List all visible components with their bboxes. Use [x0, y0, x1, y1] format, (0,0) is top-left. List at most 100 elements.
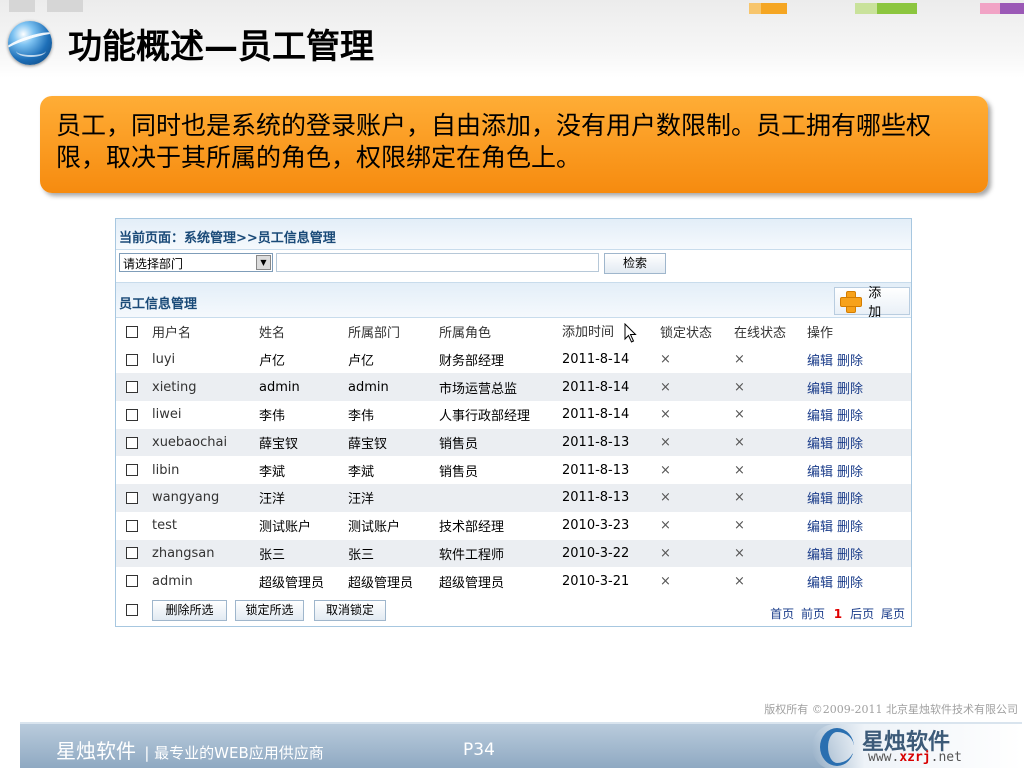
dropdown-arrow-icon[interactable]: ▼ — [256, 255, 271, 270]
pagination: 首页 前页 1 后页 尾页 — [767, 605, 905, 622]
logo-url-suffix: .net — [930, 750, 962, 765]
cell-name: 超级管理员 — [259, 575, 325, 591]
table-row: libin 李斌 李斌 销售员 2011-8-13 × × 编辑 删除 — [116, 456, 911, 484]
edit-link[interactable]: 编辑 — [807, 437, 833, 452]
row-checkbox[interactable] — [126, 436, 138, 449]
cell-added-time: 2011-8-14 — [562, 373, 660, 402]
cell-added-time: 2010-3-21 — [562, 573, 630, 589]
header-name[interactable]: 姓名 — [259, 318, 348, 346]
slide-page-number: P34 — [463, 740, 495, 760]
cell-added-time: 2011-8-13 — [562, 484, 660, 512]
slide-title-bar: 功能概述—员工管理 — [8, 20, 374, 67]
table-body: luyi 卢亿 卢亿 财务部经理 2011-8-14 × × 编辑 删除 xieting admin… — [116, 346, 911, 595]
breadcrumb: 当前页面：系统管理>>员工信息管理 — [116, 219, 911, 250]
row-checkbox[interactable] — [126, 381, 138, 394]
cell-added-time: 2011-8-14 — [562, 352, 630, 368]
delete-link[interactable]: 删除 — [837, 548, 863, 563]
delete-link[interactable]: 删除 — [837, 382, 863, 397]
edit-link[interactable]: 编辑 — [807, 576, 833, 591]
cell-online-status: × — [734, 373, 807, 402]
cell-name: 薛宝钗 — [259, 428, 348, 457]
row-checkbox-cell — [116, 539, 152, 568]
cell-operations: 编辑 删除 — [807, 539, 911, 568]
pager-last[interactable]: 尾页 — [881, 607, 905, 621]
pager-current: 1 — [833, 607, 843, 621]
row-checkbox[interactable] — [126, 547, 138, 560]
edit-link[interactable]: 编辑 — [807, 382, 833, 397]
section-title: 员工信息管理 — [119, 297, 198, 312]
delete-link[interactable]: 删除 — [837, 409, 863, 424]
cell-department: 卢亿 — [348, 354, 375, 370]
select-all-checkbox[interactable] — [126, 325, 138, 338]
department-select[interactable]: 请选择部门 ▼ — [119, 253, 273, 272]
row-checkbox[interactable] — [126, 408, 138, 421]
cell-lock-status: × — [660, 573, 671, 589]
header-online-status[interactable]: 在线状态 — [734, 318, 807, 346]
bulk-actions-bar: 删除所选 锁定所选 取消锁定 首页 前页 1 后页 尾页 — [116, 595, 911, 625]
edit-link[interactable]: 编辑 — [807, 492, 833, 507]
cell-lock-status: × — [660, 352, 671, 368]
delete-link[interactable]: 删除 — [837, 520, 863, 535]
row-checkbox[interactable] — [126, 464, 138, 477]
table-row: xieting admin admin 市场运营总监 2011-8-14 × × 编辑 删除 — [116, 373, 911, 402]
cell-role: 销售员 — [439, 428, 562, 457]
cell-lock-status: × — [660, 539, 734, 568]
add-employee-button[interactable]: 添 加 — [834, 286, 910, 320]
header-operations: 操作 — [807, 326, 834, 342]
deco-square — [855, 3, 877, 14]
edit-link[interactable]: 编辑 — [807, 465, 833, 480]
unlock-button[interactable]: 取消锁定 — [314, 600, 386, 621]
footer-brand: 星烛软件 | 最专业的WEB应用供应商 — [56, 735, 324, 764]
header-username[interactable]: 用户名 — [152, 318, 259, 346]
edit-link[interactable]: 编辑 — [807, 409, 833, 424]
cell-online-status: × — [734, 462, 745, 478]
edit-link[interactable]: 编辑 — [807, 520, 833, 535]
cell-department: 超级管理员 — [348, 575, 414, 591]
logo-url: www.xzrj.net — [868, 750, 962, 765]
delete-link[interactable]: 删除 — [837, 437, 863, 452]
cell-username: liwei — [152, 407, 182, 423]
delete-selected-button[interactable]: 删除所选 — [152, 600, 227, 621]
delete-link[interactable]: 删除 — [837, 354, 863, 369]
row-checkbox-cell — [116, 567, 152, 595]
cell-lock-status: × — [660, 518, 671, 534]
row-checkbox[interactable] — [126, 519, 138, 532]
pager-first[interactable]: 首页 — [770, 607, 794, 621]
pager-next[interactable]: 后页 — [850, 607, 874, 621]
edit-link[interactable]: 编辑 — [807, 354, 833, 369]
header-added-time[interactable]: 添加时间 — [562, 318, 660, 346]
edit-link[interactable]: 编辑 — [807, 548, 833, 563]
cell-name: admin — [259, 373, 348, 402]
header-role[interactable]: 所属角色 — [439, 318, 562, 346]
footer-bar: 星烛软件 | 最专业的WEB应用供应商 P34 星烛软件 www.xzrj.ne… — [20, 722, 1022, 768]
delete-link[interactable]: 删除 — [837, 492, 863, 507]
header-department[interactable]: 所属部门 — [348, 318, 439, 346]
table-row: admin 超级管理员 超级管理员 超级管理员 2010-3-21 × × 编辑 删除 — [116, 567, 911, 595]
cell-online-status: × — [734, 352, 745, 368]
table-row: xuebaochai 薛宝钗 薛宝钗 销售员 2011-8-13 × × 编辑 删除 — [116, 428, 911, 457]
cell-username: test — [152, 518, 177, 534]
search-input[interactable] — [276, 253, 599, 272]
table-row: test 测试账户 测试账户 技术部经理 2010-3-23 × × 编辑 删除 — [116, 512, 911, 540]
row-checkbox[interactable] — [126, 575, 138, 588]
footer-slogan: | 最专业的WEB应用供应商 — [144, 744, 324, 762]
search-button[interactable]: 检索 — [604, 253, 666, 274]
row-checkbox[interactable] — [126, 353, 138, 366]
description-callout: 员工，同时也是系统的登录账户，自由添加，没有用户数限制。员工拥有哪些权限，取决于… — [40, 96, 988, 193]
header-lock-status[interactable]: 锁定状态 — [660, 318, 734, 346]
department-select-value: 请选择部门 — [123, 257, 184, 271]
cell-role: 销售员 — [439, 464, 479, 480]
pager-prev[interactable]: 前页 — [801, 607, 825, 621]
cell-lock-status: × — [660, 484, 734, 512]
bulk-select-checkbox[interactable] — [126, 604, 138, 616]
cell-lock-status: × — [660, 373, 734, 402]
lock-selected-button[interactable]: 锁定所选 — [235, 600, 304, 621]
cell-online-status: × — [734, 539, 807, 568]
cell-username: luyi — [152, 352, 176, 368]
cell-name: 卢亿 — [259, 354, 286, 370]
cell-role: 财务部经理 — [439, 354, 505, 370]
delete-link[interactable]: 删除 — [837, 465, 863, 480]
row-checkbox[interactable] — [126, 491, 138, 504]
cell-username: wangyang — [152, 484, 259, 512]
delete-link[interactable]: 删除 — [837, 576, 863, 591]
